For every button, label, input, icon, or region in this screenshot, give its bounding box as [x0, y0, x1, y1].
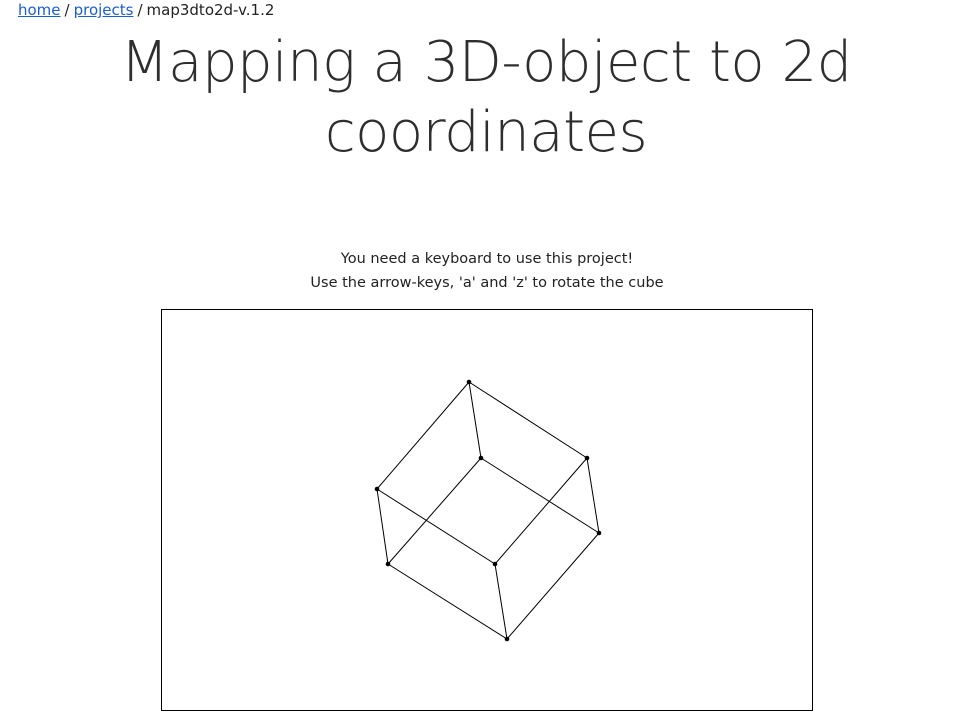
cube-edge: [468, 381, 482, 459]
cube-drawing: [374, 379, 602, 642]
cube-edge: [480, 457, 600, 534]
cube-edge: [376, 381, 470, 490]
breadcrumb-home-link[interactable]: home: [18, 1, 61, 19]
cube-vertex: [374, 486, 380, 492]
breadcrumb: home / projects / map3dto2d-v.1.2: [18, 0, 274, 20]
cube-edge: [376, 488, 496, 565]
cube-vertex: [385, 561, 391, 567]
cube-vertices: [374, 379, 602, 642]
page-title: Mapping a 3D-object to 2d coordinates: [120, 30, 852, 165]
breadcrumb-separator: /: [137, 1, 143, 19]
cube-vertex: [492, 561, 498, 567]
cube-vertex: [504, 636, 510, 642]
cube-edge: [387, 563, 508, 640]
keyboard-notice: You need a keyboard to use this project!: [340, 251, 634, 267]
cube-edge: [387, 457, 482, 565]
breadcrumb-separator: /: [64, 1, 70, 19]
cube-canvas[interactable]: [161, 309, 813, 711]
cube-vertex: [584, 455, 590, 461]
cube-edge: [586, 457, 600, 534]
cube-vertex: [596, 530, 602, 536]
cube-edge: [468, 381, 588, 459]
cube-vertex: [466, 379, 472, 385]
cube-edge: [506, 532, 600, 640]
cube-edge: [376, 488, 389, 565]
instructions: You need a keyboard to use this project!…: [0, 247, 962, 295]
cube-vertex: [478, 455, 484, 461]
breadcrumb-projects-link[interactable]: projects: [74, 1, 134, 19]
cube-edge: [494, 563, 508, 640]
rotation-help: Use the arrow-keys, 'a' and 'z' to rotat…: [310, 275, 664, 291]
breadcrumb-current: map3dto2d-v.1.2: [146, 1, 275, 19]
cube-edge: [494, 457, 588, 565]
cube-edges: [376, 381, 600, 640]
